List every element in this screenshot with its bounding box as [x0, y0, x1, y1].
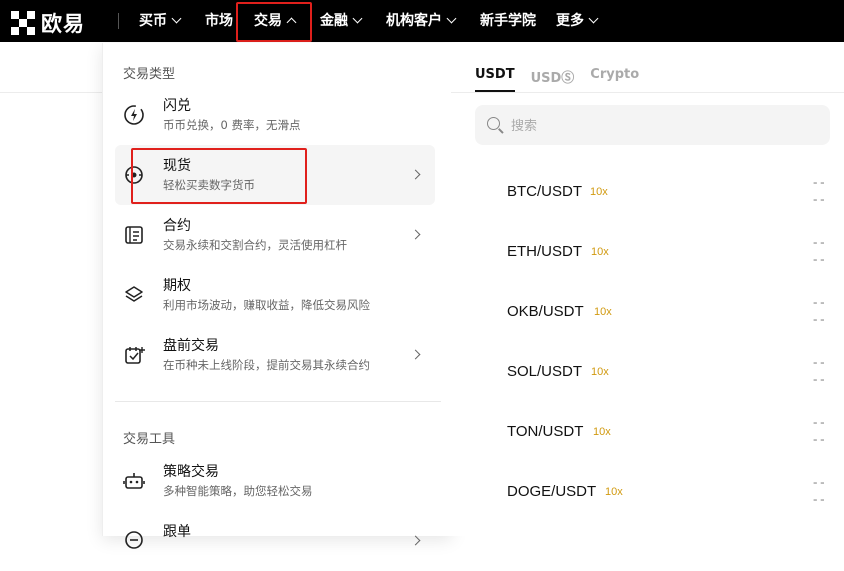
pair-change: --: [811, 253, 826, 267]
pair-row[interactable]: OKB/USDT 10x -- --: [451, 293, 844, 353]
menu-item-desc: 多种智能策略，助您轻松交易: [163, 484, 313, 498]
quote-currency-tabs: USDT USDⓈ Crypto: [475, 67, 655, 92]
nav-item-market[interactable]: 市场: [205, 0, 233, 42]
pair-row[interactable]: SOL/USDT 10x -- --: [451, 353, 844, 413]
pair-row[interactable]: BTC/USDT 10x -- --: [451, 173, 844, 233]
menu-item-title: 闪兑: [163, 98, 191, 114]
search-input[interactable]: [509, 115, 813, 137]
nav-label: 新手学院: [480, 13, 536, 29]
contract-icon: [125, 226, 143, 244]
tab-crypto[interactable]: Crypto: [590, 67, 639, 92]
menu-item-desc: 在币种未上线阶段，提前交易其永续合约: [163, 358, 370, 372]
pair-row[interactable]: ETH/USDT 10x -- --: [451, 233, 844, 293]
pair-change: --: [811, 373, 826, 387]
menu-item-title: 策略交易: [163, 464, 219, 480]
pair-name: ETH/USDT: [507, 243, 582, 260]
menu-item-desc: 利用市场波动，赚取收益，降低交易风险: [163, 298, 370, 312]
pair-name: DOGE/USDT: [507, 483, 597, 500]
menu-item-copy-trading[interactable]: 跟单: [115, 511, 435, 571]
layers-icon: [125, 286, 143, 302]
section-title-trade-tools: 交易工具: [123, 432, 176, 447]
leverage-badge: 10x: [591, 246, 609, 258]
pair-price: --: [811, 356, 826, 370]
search-box[interactable]: [475, 105, 830, 145]
pair-price: --: [811, 236, 826, 250]
menu-item-title: 跟单: [163, 524, 191, 540]
menu-item-pre-market[interactable]: 盘前交易 在币种未上线阶段，提前交易其永续合约: [115, 325, 435, 385]
nav-item-institutional[interactable]: 机构客户: [386, 0, 457, 42]
nav-label: 买币: [139, 13, 167, 29]
pair-price: --: [811, 296, 826, 310]
trade-dropdown-menu: 交易类型 闪兑 币币兑换，0 费率，无滑点 现货 轻松买卖数字货币 合约 交易永…: [102, 43, 452, 549]
top-navigation-bar: 欧易 买币 市场 交易 金融 机构客户 新手学院 更多: [0, 0, 844, 42]
pair-name: OKB/USDT: [507, 303, 584, 320]
menu-item-futures[interactable]: 合约 交易永续和交割合约，灵活使用杠杆: [115, 205, 435, 265]
leverage-badge: 10x: [605, 486, 623, 498]
menu-item-strategy-trading[interactable]: 策略交易 多种智能策略，助您轻松交易: [115, 451, 435, 511]
leverage-badge: 10x: [594, 306, 612, 318]
nav-item-more[interactable]: 更多: [556, 0, 599, 42]
tab-usdt[interactable]: USDT: [475, 67, 515, 92]
chevron-right-icon: [410, 169, 421, 180]
nav-label: 市场: [205, 13, 233, 29]
pair-change: --: [811, 493, 826, 507]
menu-item-options[interactable]: 期权 利用市场波动，赚取收益，降低交易风险: [115, 265, 435, 325]
chevron-right-icon: [410, 229, 421, 240]
leverage-badge: 10x: [593, 426, 611, 438]
brand-logo[interactable]: 欧易: [11, 8, 85, 38]
bot-icon: [123, 473, 145, 489]
spot-item-highlight: [131, 148, 307, 204]
search-icon: [487, 117, 500, 130]
tab-usds[interactable]: USDⓈ: [531, 67, 575, 92]
chevron-down-icon: [171, 13, 182, 24]
pair-row[interactable]: TON/USDT 10x -- --: [451, 413, 844, 473]
chevron-down-icon: [588, 13, 599, 24]
leverage-badge: 10x: [591, 366, 609, 378]
nav-item-academy[interactable]: 新手学院: [480, 0, 536, 42]
pair-price: --: [811, 476, 826, 490]
menu-item-title: 合约: [163, 218, 191, 234]
leverage-badge: 10x: [590, 186, 608, 198]
pair-change: --: [811, 193, 826, 207]
nav-label: 金融: [320, 13, 348, 29]
chevron-down-icon: [446, 13, 457, 24]
chevron-down-icon: [352, 13, 363, 24]
calendar-icon: [125, 347, 145, 364]
copy-icon: [125, 531, 143, 549]
pair-price: --: [811, 176, 826, 190]
pair-change: --: [811, 433, 826, 447]
menu-item-desc: 交易永续和交割合约，灵活使用杠杆: [163, 238, 347, 252]
pair-name: TON/USDT: [507, 423, 584, 440]
okx-logo-icon: [11, 11, 35, 35]
menu-item-title: 期权: [163, 278, 191, 294]
brand-name: 欧易: [41, 12, 85, 36]
nav-item-buy-crypto[interactable]: 买币: [139, 0, 182, 42]
section-divider: [115, 401, 441, 402]
menu-item-title: 盘前交易: [163, 338, 219, 354]
nav-item-finance[interactable]: 金融: [320, 0, 363, 42]
menu-item-convert[interactable]: 闪兑 币币兑换，0 费率，无滑点: [115, 85, 435, 145]
market-panel: USDT USDⓈ Crypto BTC/USDT 10x -- -- ETH/…: [451, 43, 844, 536]
nav-label: 机构客户: [386, 13, 442, 29]
pair-row[interactable]: DOGE/USDT 10x -- --: [451, 473, 844, 533]
pair-name: BTC/USDT: [507, 183, 582, 200]
trade-nav-highlight: [236, 2, 312, 42]
menu-item-desc: 币币兑换，0 费率，无滑点: [163, 118, 301, 132]
chevron-right-icon: [410, 535, 421, 546]
pair-price: --: [811, 416, 826, 430]
chevron-right-icon: [410, 349, 421, 360]
nav-label: 更多: [556, 13, 584, 29]
pair-change: --: [811, 313, 826, 327]
section-title-trade-types: 交易类型: [123, 67, 176, 82]
lightning-icon: [124, 105, 144, 125]
nav-divider: [118, 13, 119, 29]
tabs-divider: [451, 92, 844, 93]
page-divider: [0, 92, 102, 93]
pair-name: SOL/USDT: [507, 363, 583, 380]
